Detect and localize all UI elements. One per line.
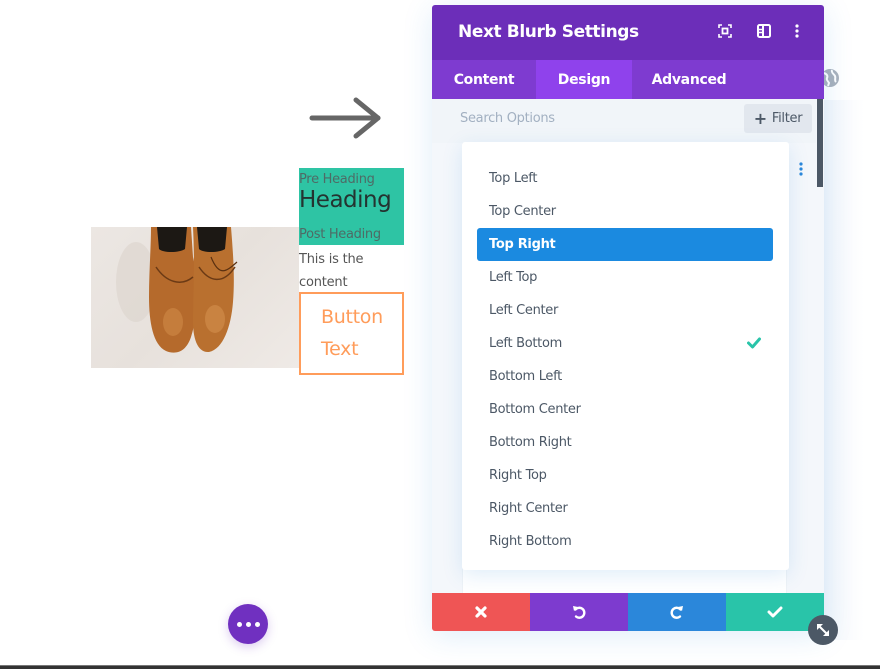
undo-button[interactable] xyxy=(530,593,628,631)
cancel-button[interactable] xyxy=(432,593,530,631)
more-options-button[interactable] xyxy=(228,604,268,644)
dot xyxy=(245,621,251,627)
option-label: Bottom Right xyxy=(489,435,572,450)
option-label: Left Bottom xyxy=(489,336,562,351)
dropdown-option-bottom-right[interactable]: Bottom Right xyxy=(477,426,773,459)
dropdown-option-left-top[interactable]: Left Top xyxy=(477,261,773,294)
split-view-icon[interactable] xyxy=(756,23,772,39)
dropdown-option-right-center[interactable]: Right Center xyxy=(477,492,773,525)
tab-design[interactable]: Design xyxy=(536,60,632,99)
blurb-button[interactable]: Button Text xyxy=(299,292,404,375)
option-label: Top Left xyxy=(489,171,538,186)
dot xyxy=(254,621,260,627)
option-label: Right Center xyxy=(489,501,568,516)
option-label: Right Top xyxy=(489,468,547,483)
dropdown-option-right-top[interactable]: Right Top xyxy=(477,459,773,492)
window-bottom-edge xyxy=(0,665,880,669)
option-label: Bottom Center xyxy=(489,402,581,417)
filter-button[interactable]: + Filter xyxy=(744,104,812,133)
filter-label: Filter xyxy=(771,111,803,126)
blurb-image xyxy=(91,227,299,368)
content-line: This is the xyxy=(299,252,364,267)
dropdown-option-bottom-center[interactable]: Bottom Center xyxy=(477,393,773,426)
dot xyxy=(236,621,242,627)
option-more-icon[interactable] xyxy=(798,161,804,177)
resize-handle[interactable] xyxy=(808,615,838,645)
checkmark-icon xyxy=(767,606,783,618)
resize-diagonal-icon xyxy=(817,624,829,636)
focus-icon[interactable] xyxy=(717,23,733,39)
dropdown-option-left-center[interactable]: Left Center xyxy=(477,294,773,327)
option-label: Top Right xyxy=(489,237,556,252)
dropdown-option-top-left[interactable]: Top Left xyxy=(477,162,773,195)
search-row: + Filter xyxy=(432,99,816,143)
position-dropdown: Top Left Top Center Top Right Left Top L… xyxy=(462,142,789,570)
undo-icon xyxy=(573,606,586,619)
option-label: Right Bottom xyxy=(489,534,572,549)
button-text-line: Text xyxy=(321,338,359,360)
checkmark-icon xyxy=(747,337,761,349)
scrollbar[interactable] xyxy=(817,99,823,187)
post-heading: Post Heading xyxy=(299,227,381,242)
pre-heading: Pre Heading xyxy=(299,172,375,187)
tab-bar: Content Design Advanced xyxy=(432,60,824,99)
option-label: Left Top xyxy=(489,270,538,285)
panel-shadow xyxy=(824,100,864,640)
redo-icon xyxy=(670,606,683,619)
dropdown-option-right-bottom[interactable]: Right Bottom xyxy=(477,525,773,558)
button-text-line: Button xyxy=(321,306,383,328)
dropdown-option-top-center[interactable]: Top Center xyxy=(477,195,773,228)
more-vertical-icon[interactable] xyxy=(789,23,805,39)
modal-footer xyxy=(432,593,824,631)
plus-icon: + xyxy=(753,108,767,128)
settings-modal: Next Blurb Settings Content Design Advan… xyxy=(432,5,824,631)
dropdown-option-bottom-left[interactable]: Bottom Left xyxy=(477,360,773,393)
tab-content[interactable]: Content xyxy=(432,60,536,99)
modal-title: Next Blurb Settings xyxy=(458,22,639,42)
arrow-right-icon xyxy=(309,96,383,140)
tab-advanced[interactable]: Advanced xyxy=(632,60,746,99)
modal-header: Next Blurb Settings xyxy=(432,5,824,60)
blurb-content: This is the content xyxy=(299,248,399,294)
option-label: Left Center xyxy=(489,303,559,318)
redo-button[interactable] xyxy=(628,593,726,631)
option-label: Top Center xyxy=(489,204,556,219)
search-options-input[interactable] xyxy=(460,111,710,126)
option-label: Bottom Left xyxy=(489,369,562,384)
content-line: content xyxy=(299,275,348,290)
dropdown-option-left-bottom[interactable]: Left Bottom xyxy=(477,327,773,360)
dropdown-option-top-right[interactable]: Top Right xyxy=(477,228,773,261)
heading: Heading xyxy=(299,187,392,213)
close-icon xyxy=(475,606,487,618)
